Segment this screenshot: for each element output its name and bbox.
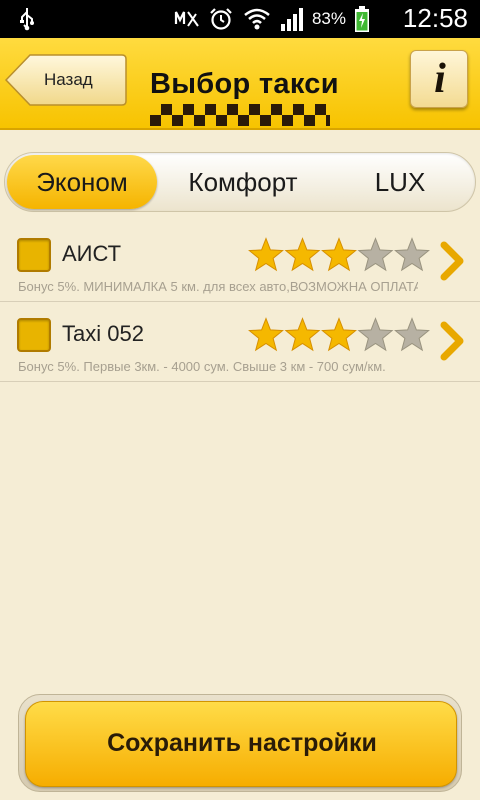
class-tabs: Эконом Комфорт LUX <box>4 152 476 212</box>
list-item[interactable]: АИСТ Бонус 5%. МИНИМАЛКА 5 км. для всех … <box>0 222 480 302</box>
info-button[interactable]: i <box>410 50 468 108</box>
save-button-frame: Сохранить настройки <box>18 694 462 792</box>
rating-stars <box>248 317 430 352</box>
tab-comfort[interactable]: Комфорт <box>165 153 321 211</box>
chevron-right-icon[interactable] <box>436 240 466 282</box>
save-settings-button[interactable]: Сохранить настройки <box>25 701 457 787</box>
status-clock: 12:58 <box>402 3 468 33</box>
star-filled-icon <box>284 237 321 272</box>
star-empty-icon <box>394 237 430 272</box>
wifi-icon <box>244 8 270 30</box>
tab-lux[interactable]: LUX <box>339 153 461 211</box>
taxi-checkbox[interactable] <box>17 238 51 272</box>
usb-icon <box>20 8 34 31</box>
star-filled-icon <box>248 237 284 272</box>
taxi-checkbox[interactable] <box>17 318 51 352</box>
battery-charging-icon <box>355 6 369 32</box>
mute-icon <box>174 11 199 27</box>
info-icon: i <box>434 56 446 102</box>
taxi-description: Бонус 5%. МИНИМАЛКА 5 км. для всех авто,… <box>18 279 418 294</box>
taxi-checker-pattern <box>150 104 330 126</box>
status-bar: 83% 12:58 <box>0 0 480 38</box>
save-settings-label: Сохранить настройки <box>107 729 377 757</box>
taxi-description: Бонус 5%. Первые 3км. - 4000 сум. Свыше … <box>18 359 386 374</box>
page-title: Выбор такси <box>150 68 339 100</box>
app-header: Назад Выбор такси i <box>0 38 480 130</box>
chevron-right-icon[interactable] <box>436 320 466 362</box>
back-button-label: Назад <box>44 70 93 89</box>
signal-icon <box>280 8 303 31</box>
battery-percent: 83% <box>311 9 346 28</box>
list-item[interactable]: Taxi 052 Бонус 5%. Первые 3км. - 4000 су… <box>0 302 480 382</box>
star-filled-icon <box>321 237 357 272</box>
tab-econom[interactable]: Эконом <box>7 155 157 209</box>
back-button[interactable]: Назад <box>4 52 128 108</box>
star-empty-icon <box>357 237 394 272</box>
star-empty-icon <box>357 317 394 352</box>
taxi-name: АИСТ <box>62 241 122 266</box>
star-filled-icon <box>248 317 284 352</box>
star-filled-icon <box>321 317 357 352</box>
rating-stars <box>248 237 430 272</box>
star-filled-icon <box>284 317 321 352</box>
alarm-icon <box>210 8 232 30</box>
taxi-name: Taxi 052 <box>62 321 144 346</box>
star-empty-icon <box>394 317 430 352</box>
